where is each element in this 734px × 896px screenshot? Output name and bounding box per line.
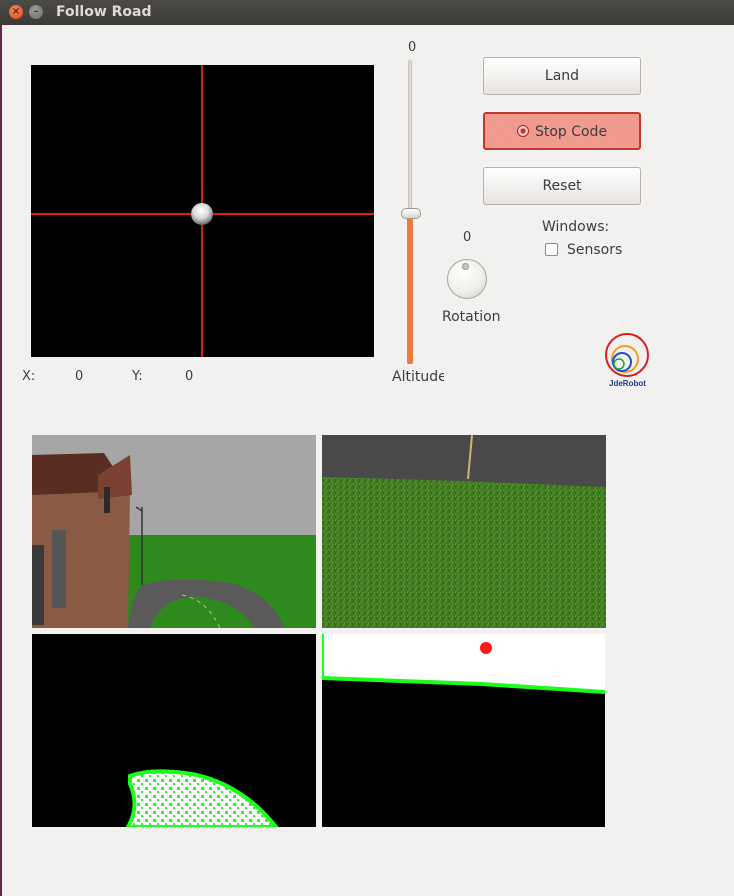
y-value: 0: [185, 369, 194, 384]
sensors-label[interactable]: Sensors: [567, 242, 622, 258]
rotation-dial-indicator: [462, 263, 469, 270]
altitude-value: 0: [408, 40, 417, 55]
joystick-ball[interactable]: [191, 203, 213, 225]
frontal-camera-view: [32, 435, 316, 628]
jderobot-logo: JdeRobot: [605, 333, 649, 388]
rotation-dial[interactable]: [447, 259, 487, 299]
stop-code-button[interactable]: Stop Code: [483, 112, 641, 150]
x-value: 0: [75, 369, 84, 384]
x-label: X:: [22, 369, 36, 384]
reset-button[interactable]: Reset: [483, 167, 641, 205]
rotation-value: 0: [463, 230, 472, 245]
minimize-icon[interactable]: –: [29, 5, 43, 19]
stop-code-label: Stop Code: [534, 124, 608, 140]
sensors-checkbox[interactable]: [545, 243, 558, 256]
ventral-filtered-view: [322, 634, 605, 827]
window-title: Follow Road: [56, 4, 152, 20]
land-button[interactable]: Land: [483, 57, 641, 95]
teleop-pad[interactable]: [31, 65, 374, 357]
close-icon[interactable]: ×: [9, 5, 23, 19]
altitude-slider-handle[interactable]: [401, 208, 421, 219]
altitude-slider-fill[interactable]: [407, 214, 413, 364]
target-dot: [480, 642, 492, 654]
altitude-label: Altitude: [392, 369, 444, 385]
y-label: Y:: [132, 369, 143, 384]
ventral-camera-view: [322, 435, 606, 628]
altitude-slider-track[interactable]: [408, 60, 412, 212]
rotation-label: Rotation: [442, 309, 501, 325]
title-bar: × – Follow Road: [0, 0, 734, 25]
stop-icon: [516, 125, 529, 137]
windows-label: Windows:: [542, 219, 610, 235]
desktop-edge: [0, 25, 2, 896]
frontal-filtered-view: [32, 634, 316, 827]
logo-text: JdeRobot: [609, 379, 646, 388]
